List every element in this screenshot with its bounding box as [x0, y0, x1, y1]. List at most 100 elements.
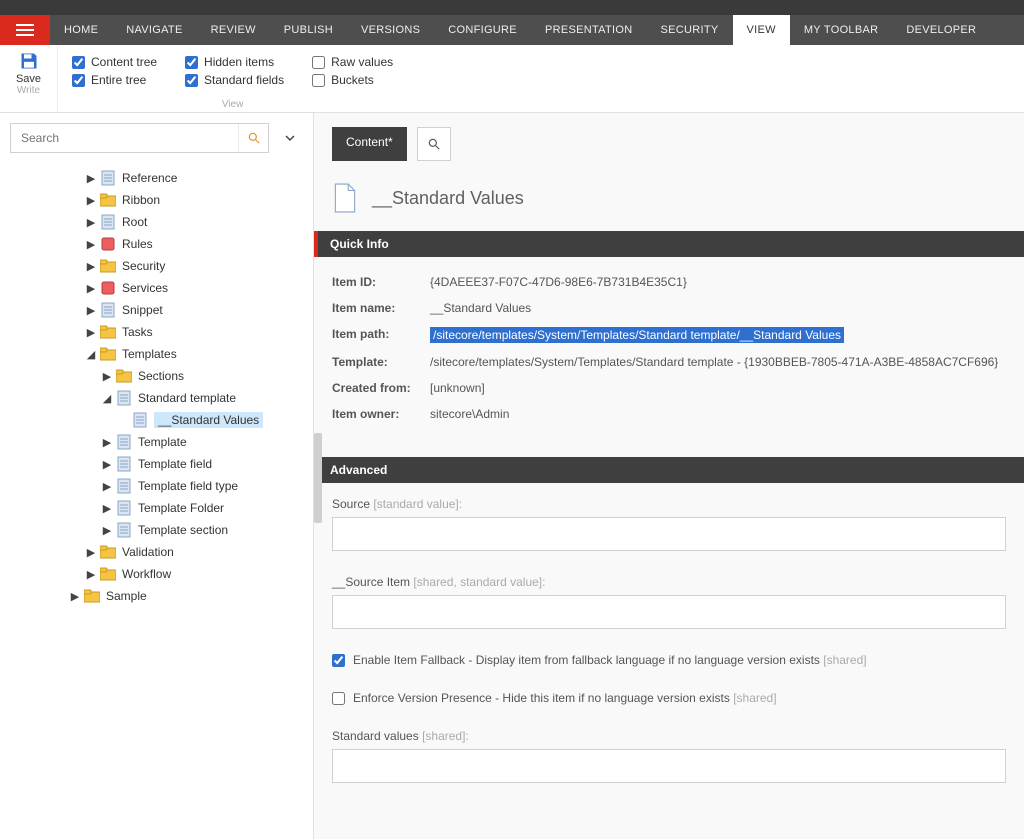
- ribbon-check-content-tree[interactable]: Content tree: [72, 55, 157, 69]
- search-button[interactable]: [238, 124, 268, 152]
- tree-expand-arrow[interactable]: ▶: [102, 458, 112, 471]
- tree-expand-arrow[interactable]: ▶: [86, 304, 96, 317]
- tree-expand-arrow[interactable]: ▶: [86, 282, 96, 295]
- ribbon-check-raw-values[interactable]: Raw values: [312, 55, 393, 69]
- enable-fallback-checkbox[interactable]: [332, 654, 345, 667]
- tree-expand-arrow[interactable]: ▶: [86, 326, 96, 339]
- ribbon-check-hidden-items[interactable]: Hidden items: [185, 55, 284, 69]
- advanced-header[interactable]: Advanced: [314, 457, 1024, 483]
- tree-expand-arrow[interactable]: ▶: [70, 590, 80, 603]
- enforce-version-checkbox[interactable]: [332, 692, 345, 705]
- ribbon-check-label: Raw values: [331, 55, 393, 69]
- ribbon-checkbox[interactable]: [72, 56, 85, 69]
- tree-item-label: Root: [122, 215, 147, 229]
- tree-expand-arrow[interactable]: ▶: [86, 194, 96, 207]
- tree-expand-arrow[interactable]: ▶: [102, 480, 112, 493]
- nav-tab-versions[interactable]: VERSIONS: [347, 15, 434, 45]
- content-tab[interactable]: Content*: [332, 127, 407, 161]
- tree-expand-arrow[interactable]: ▶: [102, 502, 112, 515]
- ribbon-check-entire-tree[interactable]: Entire tree: [72, 73, 157, 87]
- nav-tab-review[interactable]: REVIEW: [197, 15, 270, 45]
- enable-fallback-label[interactable]: Enable Item Fallback - Display item from…: [353, 653, 867, 667]
- tree-item-reference[interactable]: ▶Reference: [0, 167, 313, 189]
- tree-expand-arrow[interactable]: ▶: [102, 436, 112, 449]
- tree-item-standard-template[interactable]: ◢ Standard template: [0, 387, 313, 409]
- source-item-input[interactable]: [332, 595, 1006, 629]
- tree-item-services[interactable]: ▶ Services: [0, 277, 313, 299]
- ribbon-check-label: Standard fields: [204, 73, 284, 87]
- tree-expand-arrow[interactable]: ▶: [86, 216, 96, 229]
- ribbon-check-buckets[interactable]: Buckets: [312, 73, 393, 87]
- standard-values-input[interactable]: [332, 749, 1006, 783]
- nav-tab-presentation[interactable]: PRESENTATION: [531, 15, 647, 45]
- tree-item-tasks[interactable]: ▶ Tasks: [0, 321, 313, 343]
- tree-item-templates[interactable]: ◢Templates: [0, 343, 313, 365]
- tree-expand-arrow[interactable]: ▶: [102, 524, 112, 537]
- tree-item-sections[interactable]: ▶Sections: [0, 365, 313, 387]
- tree-item-label: Workflow: [122, 567, 171, 581]
- nav-tab-publish[interactable]: PUBLISH: [270, 15, 347, 45]
- tree-expand-arrow[interactable]: ▶: [86, 546, 96, 559]
- tree-item-label: Services: [122, 281, 168, 295]
- tree-item-workflow[interactable]: ▶ Workflow: [0, 563, 313, 585]
- qi-template[interactable]: /sitecore/templates/System/Templates/Sta…: [430, 355, 1006, 369]
- qi-item-id[interactable]: {4DAEEE37-F07C-47D6-98E6-7B731B4E35C1}: [430, 275, 1006, 289]
- tree-item-label: Tasks: [122, 325, 153, 339]
- qi-created-from[interactable]: [unknown]: [430, 381, 1006, 395]
- tree-item-template[interactable]: ▶Template: [0, 431, 313, 453]
- tree-item-validation[interactable]: ▶Validation: [0, 541, 313, 563]
- nav-tab-view[interactable]: VIEW: [733, 15, 790, 45]
- qi-item-path[interactable]: /sitecore/templates/System/Templates/Sta…: [430, 327, 844, 343]
- tree-expand-arrow[interactable]: ◢: [102, 392, 112, 405]
- tree-item-rules[interactable]: ▶ Rules: [0, 233, 313, 255]
- source-field-label: Source [standard value]:: [332, 497, 1006, 511]
- nav-tab-configure[interactable]: CONFIGURE: [434, 15, 531, 45]
- qi-item-name[interactable]: __Standard Values: [430, 301, 1006, 315]
- tree-expand-arrow[interactable]: ▶: [86, 172, 96, 185]
- tree-item-snippet[interactable]: ▶Snippet: [0, 299, 313, 321]
- tree-item--standard-values[interactable]: __Standard Values: [0, 409, 313, 431]
- save-button[interactable]: Save Write: [0, 45, 58, 112]
- ribbon-checkbox[interactable]: [185, 56, 198, 69]
- tree-item-template-section[interactable]: ▶Template section: [0, 519, 313, 541]
- splitter-handle[interactable]: [314, 433, 322, 523]
- nav-tab-navigate[interactable]: NAVIGATE: [112, 15, 196, 45]
- tree-item-template-field-type[interactable]: ▶Template field type: [0, 475, 313, 497]
- nav-tab-my-toolbar[interactable]: MY TOOLBAR: [790, 15, 893, 45]
- advanced-section: Source [standard value]: __Source Item […: [314, 483, 1024, 837]
- tree-expand-arrow[interactable]: ▶: [102, 370, 112, 383]
- hamburger-menu-button[interactable]: [0, 15, 50, 45]
- quick-info-section: Item ID:{4DAEEE37-F07C-47D6-98E6-7B731B4…: [314, 257, 1024, 457]
- qi-item-owner-label: Item owner:: [332, 407, 430, 421]
- search-options-dropdown[interactable]: [277, 123, 303, 153]
- ribbon-checkbox[interactable]: [312, 56, 325, 69]
- tree-item-root[interactable]: ▶ Root: [0, 211, 313, 233]
- tree-item-template-folder[interactable]: ▶Template Folder: [0, 497, 313, 519]
- quick-info-header[interactable]: Quick Info: [314, 231, 1024, 257]
- nav-tab-home[interactable]: HOME: [50, 15, 112, 45]
- ribbon-checkbox[interactable]: [72, 74, 85, 87]
- ribbon-check-standard-fields[interactable]: Standard fields: [185, 73, 284, 87]
- folder-icon: [100, 324, 116, 340]
- tree-expand-arrow[interactable]: ▶: [86, 260, 96, 273]
- tree-expand-arrow[interactable]: ▶: [86, 568, 96, 581]
- qi-item-owner[interactable]: sitecore\Admin: [430, 407, 1006, 421]
- tree-item-label: Rules: [122, 237, 153, 251]
- tree-item-security[interactable]: ▶Security: [0, 255, 313, 277]
- ribbon-checkbox[interactable]: [185, 74, 198, 87]
- nav-tab-security[interactable]: SECURITY: [646, 15, 732, 45]
- tree-item-sample[interactable]: ▶Sample: [0, 585, 313, 607]
- tree-item-ribbon[interactable]: ▶Ribbon: [0, 189, 313, 211]
- source-input[interactable]: [332, 517, 1006, 551]
- nav-tab-developer[interactable]: DEVELOPER: [892, 15, 990, 45]
- tree-item-template-field[interactable]: ▶Template field: [0, 453, 313, 475]
- ribbon-checkbox[interactable]: [312, 74, 325, 87]
- tree-expand-arrow[interactable]: ◢: [86, 348, 96, 361]
- folder-icon: [100, 192, 116, 208]
- search-input[interactable]: [11, 124, 238, 152]
- tree-item-label: Standard template: [138, 391, 236, 405]
- enforce-version-label[interactable]: Enforce Version Presence - Hide this ite…: [353, 691, 777, 705]
- save-sub-label: Write: [17, 85, 40, 96]
- tree-expand-arrow[interactable]: ▶: [86, 238, 96, 251]
- search-content-button[interactable]: [417, 127, 451, 161]
